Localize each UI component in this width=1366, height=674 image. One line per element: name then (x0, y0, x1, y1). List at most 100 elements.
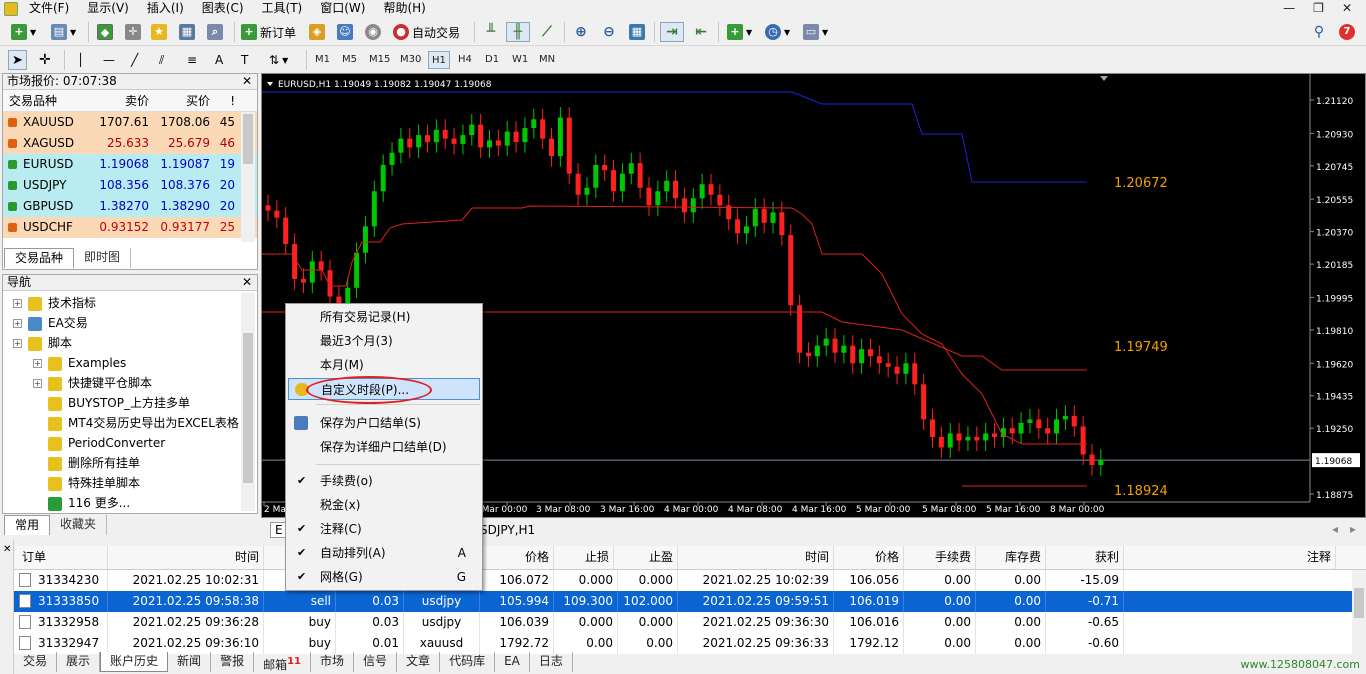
new-order-button[interactable]: + 新订单 (238, 22, 299, 42)
tab-tick-chart[interactable]: 即时图 (74, 248, 132, 268)
navigator-item[interactable]: PeriodConverter (33, 433, 165, 453)
fibonacci-tool[interactable]: ≡ (184, 50, 200, 70)
table-row[interactable]: 31333850 2021.02.25 09:58:38 sell 0.03 usdjp… (14, 591, 1352, 612)
navigator-item[interactable]: + 技术指标 (13, 293, 96, 313)
close-icon[interactable]: ✕ (242, 275, 252, 290)
menu-item-4[interactable]: 工具(T) (253, 0, 312, 18)
experts-button[interactable]: ☺ (334, 22, 356, 42)
context-menu-item[interactable]: ✔ 网格(G) G (288, 566, 480, 588)
channel-tool[interactable]: ⫽ (156, 50, 167, 70)
cursor-tool[interactable]: ➤ (8, 50, 27, 70)
terminal-tab[interactable]: EA (495, 652, 530, 672)
context-menu-item[interactable]: 保存为户口结单(S) (288, 412, 480, 434)
bar-chart-button[interactable]: ╨ (480, 22, 502, 42)
zoom-in-button[interactable]: ⊕ (570, 22, 592, 42)
navigator-item[interactable]: + EA交易 (13, 313, 88, 333)
market-row[interactable]: USDJPY 108.356 108.376 20 (3, 175, 257, 196)
terminal-tab[interactable]: 代码库 (440, 652, 496, 672)
table-row[interactable]: 31332947 2021.02.25 09:36:10 buy 0.01 xauusd… (14, 633, 1352, 654)
navigator-item[interactable]: BUYSTOP_上方挂多单 (33, 393, 190, 413)
context-menu-item[interactable]: 最近3个月(3) (288, 330, 480, 352)
menu-item-6[interactable]: 帮助(H) (374, 0, 434, 18)
timeframe-mn[interactable]: MN (536, 51, 558, 69)
context-menu-item[interactable]: ✔ 注释(C) (288, 518, 480, 540)
profiles-button[interactable]: ▤ ▼ (48, 22, 79, 42)
col-symbol[interactable]: 交易品种 (3, 90, 91, 111)
signals-button[interactable]: ◉ (362, 22, 384, 42)
column-header[interactable]: 获利 (1046, 546, 1124, 569)
tab-common[interactable]: 常用 (4, 515, 51, 535)
timeframe-d1[interactable]: D1 (482, 51, 502, 69)
timeframe-m30[interactable]: M30 (397, 51, 424, 69)
horizontal-line-tool[interactable]: — (100, 50, 118, 70)
timeframe-m1[interactable]: M1 (312, 51, 333, 69)
menu-item-2[interactable]: 插入(I) (138, 0, 193, 18)
navigator-item[interactable]: + Examples (33, 353, 126, 373)
column-header[interactable]: 手续费 (904, 546, 976, 569)
new-chart-button[interactable]: + ▼ (8, 22, 39, 42)
data-window-button[interactable]: ✛ (122, 22, 144, 42)
column-header[interactable]: 时间 (678, 546, 834, 569)
notifications-button[interactable]: 7 (1336, 22, 1358, 42)
menu-item-0[interactable]: 文件(F) (20, 0, 78, 18)
column-header[interactable]: 价格 (480, 546, 554, 569)
table-row[interactable]: 31332958 2021.02.25 09:36:28 buy 0.03 usdjpy… (14, 612, 1352, 633)
line-chart-button[interactable]: ⟋ (536, 22, 558, 42)
market-row[interactable]: USDCHF 0.93152 0.93177 25 (3, 217, 257, 238)
market-row[interactable]: XAUUSD 1707.61 1708.06 45 (3, 112, 257, 133)
col-bid[interactable]: 卖价 (91, 90, 152, 111)
expand-icon[interactable]: + (33, 359, 42, 368)
navigator-item[interactable]: MT4交易历史导出为EXCEL表格 (33, 413, 239, 433)
navigator-button[interactable]: ★ (148, 22, 170, 42)
market-watch-button[interactable]: ◆ (94, 22, 116, 42)
timeframe-m5[interactable]: M5 (339, 51, 360, 69)
context-menu-item[interactable]: ✔ 手续费(o) (288, 470, 480, 492)
timeframe-h4[interactable]: H4 (455, 51, 475, 69)
terminal-tab[interactable]: 警报 (211, 652, 255, 672)
minimize-icon[interactable]: — (1283, 1, 1295, 15)
timeframe-h1[interactable]: H1 (428, 51, 450, 69)
terminal-tab[interactable]: 交易 (14, 652, 58, 672)
terminal-tab[interactable]: 账户历史 (100, 652, 169, 672)
col-spread[interactable]: ! (213, 90, 239, 111)
terminal-tab[interactable]: 日志 (530, 652, 573, 672)
terminal-tab[interactable]: 文章 (397, 652, 441, 672)
indicators-button[interactable]: + ▼ (724, 22, 755, 42)
close-icon[interactable]: ✕ (242, 74, 252, 89)
trendline-tool[interactable]: ╱ (128, 50, 141, 70)
context-menu-item[interactable]: 保存为详细户口结单(D) (288, 436, 480, 458)
tester-button[interactable]: ⌕ (204, 22, 226, 42)
auto-scroll-button[interactable]: ⇥ (660, 22, 684, 42)
metaeditor-button[interactable]: ◈ (306, 22, 328, 42)
context-menu-item[interactable]: 本月(M) (288, 354, 480, 376)
menu-item-5[interactable]: 窗口(W) (311, 0, 374, 18)
menu-item-1[interactable]: 显示(V) (78, 0, 138, 18)
tab-favorites[interactable]: 收藏夹 (50, 515, 108, 535)
periods-button[interactable]: ◷ ▼ (762, 22, 793, 42)
terminal-tab[interactable]: 信号 (354, 652, 398, 672)
scrollbar[interactable] (241, 112, 255, 242)
column-header[interactable]: 止损 (554, 546, 614, 569)
column-header[interactable]: 订单 (14, 546, 108, 569)
close-icon[interactable]: ✕ (1342, 1, 1352, 15)
table-row[interactable]: 31334230 2021.02.25 10:02:31 106.072 0.000 0… (14, 570, 1352, 591)
expand-icon[interactable]: + (13, 319, 22, 328)
restore-icon[interactable]: ❐ (1313, 1, 1324, 15)
tab-symbols[interactable]: 交易品种 (4, 248, 75, 268)
terminal-tab[interactable]: 新闻 (168, 652, 212, 672)
market-row[interactable]: XAGUSD 25.633 25.679 46 (3, 133, 257, 154)
col-ask[interactable]: 买价 (152, 90, 213, 111)
candle-chart-button[interactable]: ╫ (506, 22, 530, 42)
terminal-tab[interactable]: 展示 (57, 652, 101, 672)
text-tool[interactable]: A (212, 50, 226, 70)
navigator-item[interactable]: 特殊挂单脚本 (33, 473, 140, 493)
context-menu-item[interactable]: 所有交易记录(H) (288, 306, 480, 328)
label-tool[interactable]: T (238, 50, 251, 70)
navigator-item[interactable]: + 快捷键平仓脚本 (33, 373, 152, 393)
zoom-out-button[interactable]: ⊖ (598, 22, 620, 42)
column-header[interactable]: 注释 (1124, 546, 1336, 569)
scrollbar[interactable] (241, 293, 255, 511)
context-menu-item[interactable]: ✔ 自动排列(A) A (288, 542, 480, 564)
search-button[interactable]: ⚲ (1308, 22, 1330, 42)
terminal-scrollbar[interactable] (1352, 570, 1366, 652)
